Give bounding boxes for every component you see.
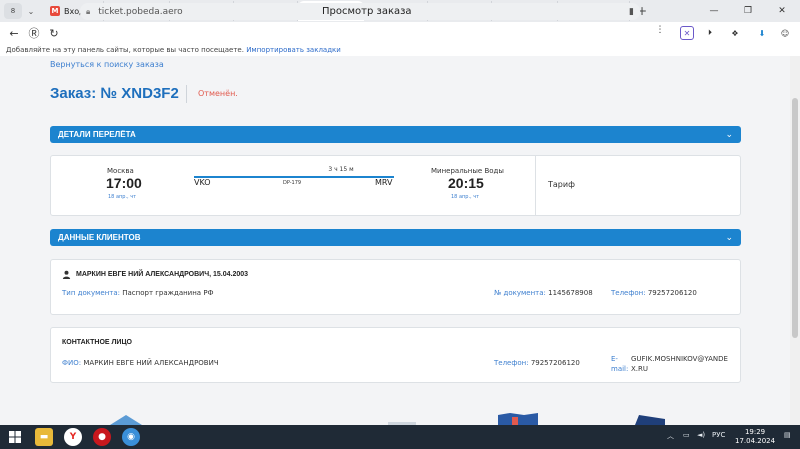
back-to-search-link[interactable]: Вернуться к поиску заказа (50, 60, 164, 69)
notifications-icon[interactable]: ▤ (784, 431, 791, 439)
departure-airport-code: VKO (194, 178, 211, 187)
contact-fio-value: МАРКИН ЕВГЕ НИЙ АЛЕКСАНДРОВИЧ (83, 359, 219, 367)
email-value-line-1: GUFIK.MOSHNIKOV@YANDE (631, 355, 728, 363)
chevron-down-icon[interactable]: ⌄ (725, 126, 733, 143)
arrival-airport-code: MRV (375, 178, 393, 187)
arrival-time: 20:15 (448, 175, 484, 191)
url-page-title: Просмотр заказа (322, 6, 412, 17)
contact-title: КОНТАКТНОЕ ЛИЦО (62, 339, 132, 346)
reload-icon[interactable]: ↻ (44, 27, 64, 40)
email-label-line-1: E- (611, 355, 618, 363)
chevron-down-icon[interactable]: ⌄ (725, 229, 733, 246)
contact-email-value: GUFIK.MOSHNIKOV@YANDE X.RU (631, 354, 728, 374)
url-domain: ticket.pobeda.aero (98, 6, 183, 17)
passenger-card: МАРКИН ЕВГЕ НИЙ АЛЕКСАНДРОВИЧ, 15.04.200… (50, 259, 741, 315)
flight-card: Москва 17:00 18 апр., чт 3 ч 15 м VKO DP… (50, 155, 741, 216)
clock-time: 19:29 (744, 428, 766, 436)
windows-taskbar: ▬ Y ● ◉ ︿ ▭ ◄) РУС 19:29 17.04.2024 ▤ (0, 425, 800, 449)
contact-phone-row: Телефон: 79257206120 (494, 359, 580, 367)
opera-icon[interactable]: ● (93, 428, 111, 446)
flight-number: DP-179 (283, 180, 302, 186)
departure-time: 17:00 (106, 175, 142, 191)
maximize-icon[interactable]: ❐ (736, 0, 760, 22)
clients-section-title: ДАННЫЕ КЛИЕНТОВ (58, 233, 141, 242)
doc-type-value: Паспорт гражданина РФ (122, 289, 214, 297)
doc-number-row: № документа: 1145678908 (494, 289, 593, 297)
tabs-list-chevron-icon[interactable]: ⌄ (22, 7, 40, 16)
extension-x-icon[interactable]: ✕ (680, 26, 694, 40)
downloads-icon[interactable]: ⬇ (755, 26, 769, 40)
network-icon[interactable]: ▭ (683, 431, 690, 439)
tray-chevron-icon[interactable]: ︿ (667, 431, 674, 441)
arrival-date: 18 апр., чт (451, 194, 480, 200)
email-label-line-2: mail: (611, 365, 629, 373)
bookmarks-hint-bar: Добавляйте на эту панель сайты, которые … (0, 44, 800, 56)
tariff-divider (535, 156, 536, 215)
passenger-phone-row: Телефон: 79257206120 (611, 289, 697, 297)
browser-menu-icon[interactable]: 8 (4, 3, 22, 19)
flight-details-section-header[interactable]: ДЕТАЛИ ПЕРЕЛЁТА ⌄ (50, 126, 741, 143)
profile-icon[interactable]: ☺ (778, 26, 792, 40)
tab-favicon-icon: M (50, 6, 60, 16)
tariff-label: Тариф (548, 180, 575, 189)
minimize-icon[interactable]: — (702, 0, 726, 22)
contact-card: КОНТАКТНОЕ ЛИЦО ФИО: МАРКИН ЕВГЕ НИЙ АЛЕ… (50, 327, 741, 383)
bookmarks-hint-text: Добавляйте на эту панель сайты, которые … (6, 46, 244, 54)
departure-city: Москва (107, 167, 134, 175)
contact-fio-label: ФИО: (62, 359, 82, 367)
flight-duration: 3 ч 15 м (328, 166, 354, 173)
close-window-icon[interactable]: ✕ (770, 0, 794, 22)
lock-icon: 🔒︎ (86, 6, 91, 16)
passenger-phone-value: 79257206120 (647, 289, 697, 297)
route-line (194, 176, 394, 178)
page-scrollbar[interactable] (790, 56, 800, 425)
doc-number-label: № документа: (494, 289, 546, 297)
clock[interactable]: 19:29 17.04.2024 (735, 428, 775, 446)
passenger-phone-label: Телефон: (611, 289, 646, 297)
more-menu-icon[interactable]: ⋮ (650, 25, 670, 35)
app-globe-icon[interactable]: ◉ (122, 428, 140, 446)
title-divider (186, 85, 187, 103)
media-play-icon[interactable]: ⏵ (703, 26, 717, 40)
yandex-browser-icon[interactable]: Y (64, 428, 82, 446)
doc-type-label: Тип документа: (62, 289, 121, 297)
page-content: Вернуться к поиску заказа Заказ: № XND3F… (0, 56, 790, 425)
departure-date: 18 апр., чт (108, 194, 137, 200)
collections-icon[interactable]: ❖ (728, 26, 742, 40)
arrival-city: Минеральные Воды (431, 167, 504, 175)
flight-details-section-title: ДЕТАЛИ ПЕРЕЛЁТА (58, 130, 136, 139)
back-arrow-icon[interactable]: ← (4, 27, 24, 40)
url-field[interactable]: 🔒︎ ticket.pobeda.aero Просмотр заказа ▮ (80, 3, 640, 20)
file-explorer-icon[interactable]: ▬ (35, 428, 53, 446)
email-value-line-2: X.RU (631, 365, 649, 373)
order-status-badge: Отменён. (198, 89, 238, 98)
order-title: Заказ: № XND3F2 (50, 85, 179, 102)
person-icon (62, 270, 71, 279)
start-icon[interactable] (6, 428, 24, 446)
clients-section-header[interactable]: ДАННЫЕ КЛИЕНТОВ ⌄ (50, 229, 741, 246)
decorative-map-icon (498, 413, 538, 425)
contact-phone-value: 79257206120 (530, 359, 580, 367)
bookmark-icon[interactable]: ▮ (629, 7, 634, 17)
speaker-icon[interactable]: ◄) (697, 431, 705, 439)
decorative-card-icon (635, 415, 665, 425)
import-bookmarks-link[interactable]: Импортировать закладки (246, 46, 341, 54)
language-indicator[interactable]: РУС (712, 431, 725, 439)
contact-fio-row: ФИО: МАРКИН ЕВГЕ НИЙ АЛЕКСАНДРОВИЧ (62, 359, 219, 367)
passenger-name: МАРКИН ЕВГЕ НИЙ АЛЕКСАНДРОВИЧ, 15.04.200… (76, 271, 249, 278)
decorative-house-icon (110, 415, 142, 425)
protect-icon[interactable]: Ⓡ (24, 25, 44, 41)
doc-type-row: Тип документа: Паспорт гражданина РФ (62, 289, 214, 297)
clock-date: 17.04.2024 (735, 437, 776, 445)
scrollbar-thumb[interactable] (792, 98, 798, 338)
contact-phone-label: Телефон: (494, 359, 529, 367)
doc-number-value: 1145678908 (548, 289, 593, 297)
contact-email-label: E- mail: (611, 354, 628, 374)
